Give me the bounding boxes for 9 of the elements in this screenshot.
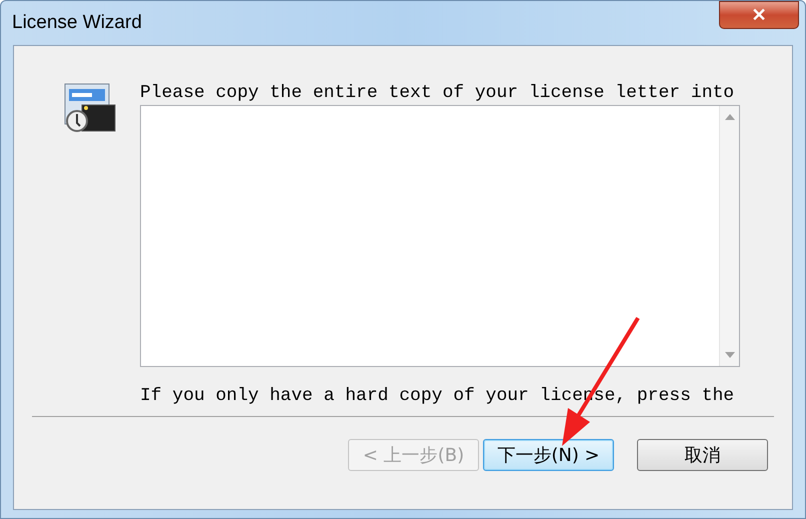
scrollbar[interactable] <box>719 106 739 366</box>
instruction-text: Please copy the entire text of your license letter into <box>140 82 736 104</box>
close-button[interactable]: ✕ <box>719 1 799 29</box>
scroll-up-icon[interactable] <box>724 114 734 120</box>
key-computer-icon <box>64 83 116 133</box>
cancel-button[interactable]: 取消 <box>637 439 768 471</box>
scroll-down-icon[interactable] <box>724 352 734 358</box>
next-button[interactable]: 下一步(N) > <box>483 439 614 471</box>
window-title: License Wizard <box>12 11 142 35</box>
